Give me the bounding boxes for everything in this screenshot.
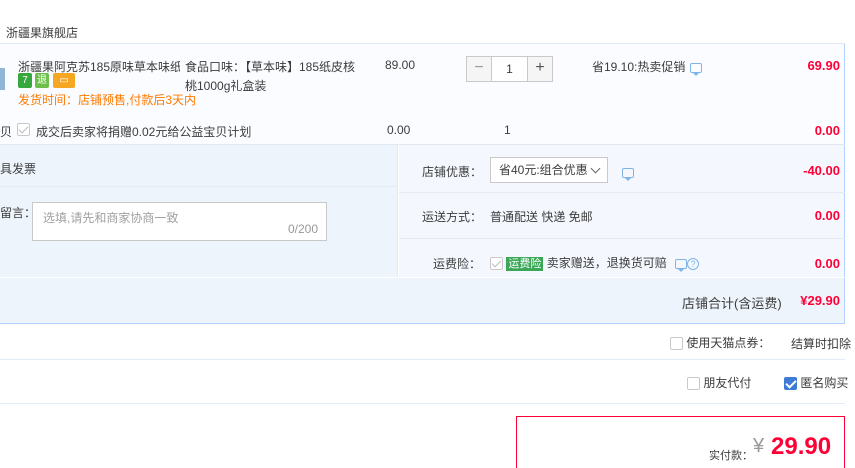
anonymous-checkbox[interactable] — [784, 377, 797, 391]
shipping-amount: 0.00 — [814, 208, 840, 223]
invoice-label: 具发票 — [0, 162, 37, 176]
divider — [0, 403, 845, 404]
actual-payment-amount: 29.90 — [771, 433, 832, 460]
divider — [0, 323, 845, 324]
divider — [399, 238, 845, 239]
divider — [0, 186, 398, 187]
chevron-down-icon — [590, 163, 601, 174]
quantity-input[interactable] — [492, 57, 527, 81]
divider — [399, 192, 845, 193]
help-icon[interactable]: ? — [687, 257, 700, 270]
store-discount-selected: 省40元:组合优惠 — [499, 163, 588, 177]
store-total-value: ¥29.90 — [800, 293, 840, 308]
comment-icon[interactable] — [690, 62, 703, 76]
anonymous-label: 匿名购买 — [800, 376, 849, 390]
promotion-info: 省19.10:热卖促销 — [592, 58, 703, 76]
return-guarantee-icon: 退 — [35, 73, 49, 88]
charity-row-left-label: 贝 — [0, 125, 13, 139]
tmall-points-row: 使用天猫点券： — [670, 334, 770, 351]
friend-pay-checkbox[interactable] — [687, 377, 700, 391]
settle-note: 结算时扣除 — [791, 337, 852, 351]
product-spec-line1: 食品口味：【草本味】185纸皮核 — [185, 60, 356, 74]
unit-price: 89.00 — [385, 58, 416, 72]
shipping-insurance-tag: 运费险 — [506, 256, 544, 271]
buyer-message-field[interactable]: 选填,请先和商家协商一致 0/200 — [32, 202, 327, 241]
actual-payment-box: 实付款： ¥ 29.90 — [516, 416, 845, 468]
shipping-insurance-text: 卖家赠送，退换货可赔 — [546, 256, 667, 270]
comment-icon[interactable] — [622, 167, 634, 181]
charity-price: 0.00 — [387, 123, 411, 137]
tmall-points-checkbox[interactable] — [670, 337, 683, 351]
charity-label: 成交后卖家将捐赠0.02元给公益宝贝计划 — [36, 125, 252, 139]
store-discount-amount: -40.00 — [803, 163, 840, 178]
message-placeholder: 选填,请先和商家协商一致 — [43, 211, 179, 225]
seven-day-return-icon: 7 — [18, 73, 32, 88]
product-thumbnail[interactable] — [0, 68, 5, 90]
shipping-insurance-label: 运费险： — [433, 257, 482, 271]
quantity-plus-button[interactable]: + — [527, 57, 552, 81]
shipping-method-label: 运送方式： — [422, 210, 483, 224]
charity-checkbox[interactable] — [17, 123, 30, 137]
quantity-minus-button[interactable]: − — [467, 57, 492, 81]
ship-time-note: 发货时间：店铺预售,付款后3天内 — [18, 93, 197, 107]
currency-symbol: ¥ — [753, 435, 765, 457]
quantity-stepper: − + — [466, 56, 553, 82]
store-discount-label: 店铺优惠： — [422, 165, 483, 179]
charity-subtotal: 0.00 — [814, 123, 840, 138]
shipping-insurance-row: 运费险 卖家赠送，退换货可赔 ? — [490, 254, 700, 272]
charity-checkbox-wrap — [17, 122, 30, 137]
item-subtotal: 69.90 — [807, 58, 840, 73]
shipping-insurance-amount: 0.00 — [814, 256, 840, 271]
message-label: 留言： — [0, 206, 37, 220]
store-total-label: 店铺合计(含运费) — [682, 296, 782, 311]
friend-pay-label: 朋友代付 — [703, 376, 752, 390]
actual-payment-label: 实付款： — [709, 450, 753, 462]
friend-pay-row: 朋友代付 — [687, 374, 751, 391]
store-discount-select[interactable]: 省40元:组合优惠 — [490, 157, 608, 183]
shipping-insurance-checkbox[interactable] — [490, 257, 503, 271]
tmall-points-label: 使用天猫点券： — [686, 336, 771, 350]
store-name[interactable]: 浙疆果旗舰店 — [6, 24, 78, 41]
shipping-method-value: 普通配送 快递 免邮 — [490, 210, 593, 224]
message-char-count: 0/200 — [287, 222, 318, 236]
promotion-text: 省19.10:热卖促销 — [592, 60, 686, 74]
card-pay-icon: ▭ — [53, 73, 75, 88]
charity-quantity: 1 — [504, 123, 511, 137]
product-spec-line2: 桃1000g礼盒装 — [185, 79, 267, 93]
anonymous-row: 匿名购买 — [784, 374, 848, 391]
comment-icon[interactable] — [675, 258, 688, 272]
divider — [0, 359, 845, 360]
